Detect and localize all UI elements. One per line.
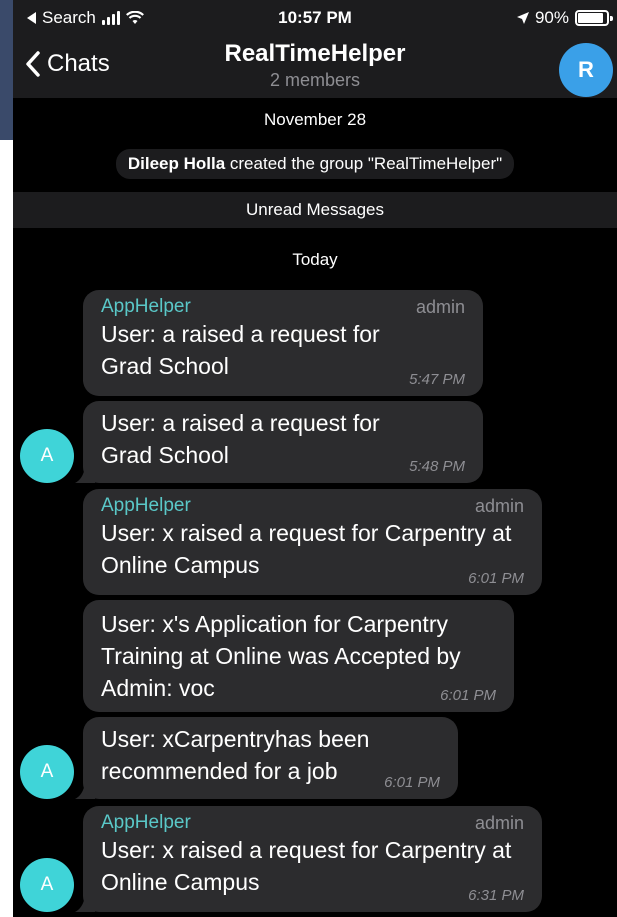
background-strip — [0, 140, 13, 917]
group-avatar[interactable]: R — [559, 43, 613, 97]
bubble-tail — [75, 467, 95, 483]
message-text: User: a raised a request for Grad School — [101, 410, 380, 468]
status-bar: Search 10:57 PM 90% — [13, 0, 617, 36]
message-bubble[interactable]: AppHelper admin User: x raised a request… — [75, 806, 542, 912]
message-time: 6:01 PM — [440, 687, 496, 704]
location-arrow-icon — [516, 12, 529, 24]
group-created-row: Dileep Holla created the group "RealTime… — [13, 149, 617, 179]
creator-name[interactable]: Dileep Holla — [128, 154, 225, 173]
message-time: 6:01 PM — [468, 570, 524, 587]
sender-role: admin — [415, 297, 465, 317]
unread-messages-divider: Unread Messages — [13, 192, 617, 228]
message-sender[interactable]: AppHelper — [101, 296, 465, 318]
battery-percent: 90% — [534, 8, 569, 27]
message-bubble[interactable]: User: x's Application for Carpentry Trai… — [83, 600, 514, 712]
message-time: 5:48 PM — [409, 458, 465, 475]
message-text: User: a raised a request for Grad School — [101, 321, 380, 379]
group-created-notice: Dileep Holla created the group "RealTime… — [115, 149, 515, 179]
member-count: 2 members — [269, 70, 361, 90]
message-text: User: xCarpentryhas been recommended for… — [101, 726, 370, 784]
message-time: 5:47 PM — [409, 371, 465, 388]
message-sender[interactable]: AppHelper — [101, 812, 524, 834]
message-bubble[interactable]: AppHelper admin User: a raised a request… — [83, 290, 483, 396]
user-avatar[interactable]: A — [20, 858, 74, 912]
message-sender[interactable]: AppHelper — [101, 495, 524, 517]
message-bubble[interactable]: User: xCarpentryhas been recommended for… — [75, 717, 458, 799]
sender-role: admin — [474, 496, 524, 516]
message-time: 6:01 PM — [384, 774, 440, 791]
navigation-bar: Chats RealTimeHelper 2 members R — [13, 36, 617, 98]
date-header-old: November 28 — [263, 110, 367, 129]
message-text: User: x raised a request for Carpentry a… — [101, 520, 512, 578]
created-text: created the group "RealTimeHelper" — [225, 154, 503, 173]
background-strip-top — [0, 0, 13, 140]
sender-role: admin — [474, 813, 524, 833]
message-time: 6:31 PM — [468, 887, 524, 904]
battery-icon — [575, 10, 613, 26]
user-avatar[interactable]: A — [20, 429, 74, 483]
chat-screen: Search 10:57 PM 90% Chats RealTimeHelper… — [13, 0, 617, 917]
message-text: User: x raised a request for Carpentry a… — [101, 837, 512, 895]
chat-title[interactable]: RealTimeHelper — [13, 40, 617, 68]
message-bubble[interactable]: User: a raised a request for Grad School… — [75, 401, 483, 483]
bubble-tail — [75, 896, 95, 912]
message-bubble[interactable]: AppHelper admin User: x raised a request… — [83, 489, 542, 595]
bubble-tail — [75, 783, 95, 799]
date-header-today: Today — [292, 250, 338, 269]
user-avatar[interactable]: A — [20, 745, 74, 799]
status-right-group: 90% — [516, 8, 613, 28]
